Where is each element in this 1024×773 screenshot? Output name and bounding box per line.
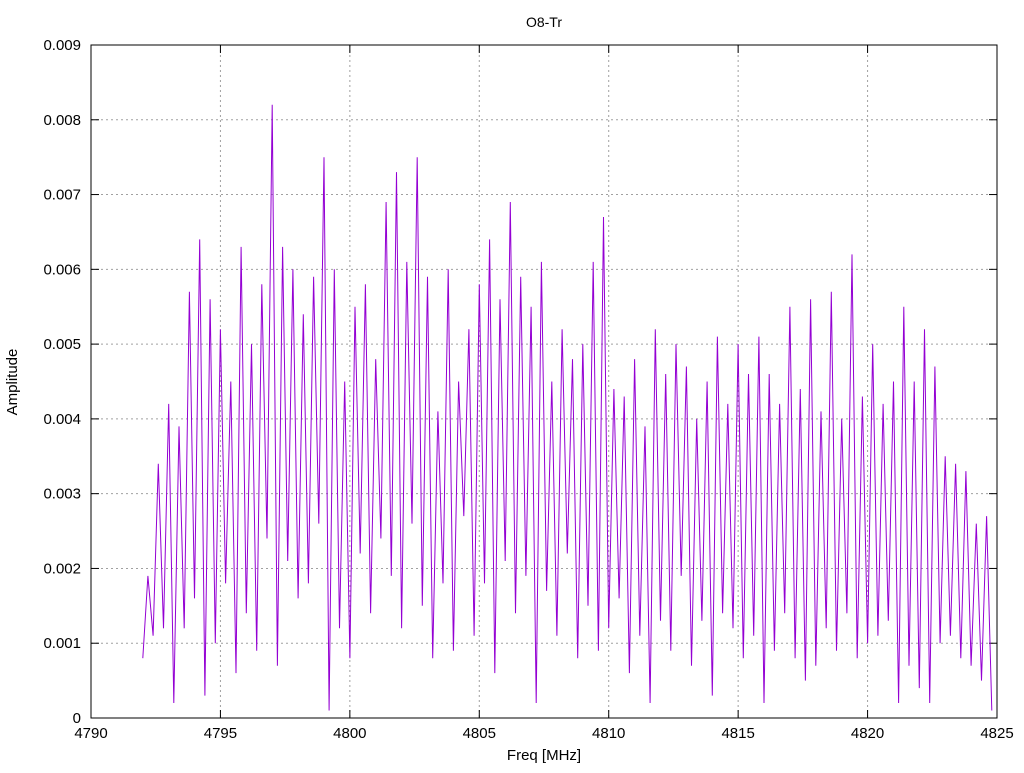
x-tick-label: 4795 (204, 725, 237, 742)
x-axis-label: Freq [MHz] (507, 747, 581, 764)
y-tick-label: 0.006 (43, 261, 81, 278)
chart: 4790 4795 4800 4805 4810 4815 4820 4825 00.0010… (4, 14, 1014, 764)
plot-area (142, 104, 993, 711)
x-tick-label: 4800 (333, 725, 366, 742)
plot-border (90, 44, 998, 719)
chart-title: O8-Tr (526, 14, 562, 30)
x-tick-label: 4820 (851, 725, 884, 742)
y-tick-label: 0.002 (43, 560, 81, 577)
x-tick-label: 4790 (74, 725, 107, 742)
tick-marks (90, 44, 998, 719)
y-tick-label: 0 (73, 710, 81, 727)
x-tick-labels: 4790 4795 4800 4805 4810 4815 4820 4825 (74, 725, 1013, 742)
x-tick-label: 4810 (592, 725, 625, 742)
x-tick-label: 4815 (721, 725, 754, 742)
y-tick-label: 0.008 (43, 112, 81, 129)
y-tick-label: 0.005 (43, 336, 81, 353)
x-tick-label: 4825 (980, 725, 1013, 742)
series-line (142, 104, 993, 711)
grid (91, 45, 997, 718)
y-tick-label: 0.004 (43, 411, 81, 428)
y-tick-label: 0.007 (43, 187, 81, 204)
y-axis-label: Amplitude (4, 349, 21, 416)
y-tick-label: 0.001 (43, 635, 81, 652)
y-tick-labels: 0 0.001 0.002 0.003 0.004 0.005 0.006 0.007 0.00… (43, 37, 81, 727)
y-tick-label: 0.009 (43, 37, 81, 54)
x-tick-label: 4805 (463, 725, 496, 742)
y-tick-label: 0.003 (43, 486, 81, 503)
